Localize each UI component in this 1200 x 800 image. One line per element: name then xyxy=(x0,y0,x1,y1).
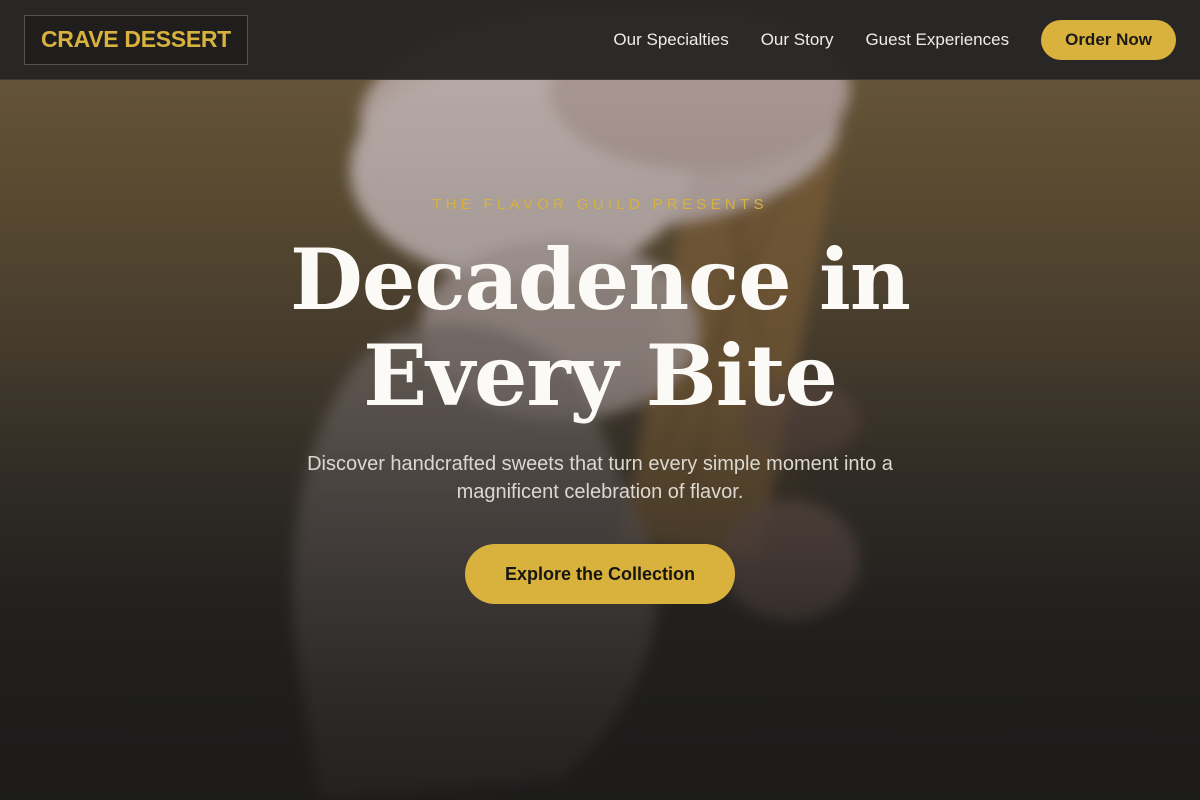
site-header: CRAVE DESSERT Our Specialties Our Story … xyxy=(0,0,1200,80)
hero-section: THE FLAVOR GUILD PRESENTS Decadence in E… xyxy=(0,0,1200,800)
brand-logo[interactable]: CRAVE DESSERT xyxy=(24,14,248,65)
nav-link-our-specialties[interactable]: Our Specialties xyxy=(613,30,728,50)
hero-headline-line-2: Every Bite xyxy=(363,326,838,425)
nav-link-our-story[interactable]: Our Story xyxy=(761,30,834,50)
hero-eyebrow: THE FLAVOR GUILD PRESENTS xyxy=(432,196,768,213)
explore-collection-button[interactable]: Explore the Collection xyxy=(465,544,735,604)
order-now-button[interactable]: Order Now xyxy=(1041,19,1176,60)
main-nav: Our Specialties Our Story Guest Experien… xyxy=(613,19,1176,60)
hero-headline-line-1: Decadence in xyxy=(290,230,911,329)
hero-headline: Decadence in Every Bite xyxy=(0,232,1200,424)
hero-subtext: Discover handcrafted sweets that turn ev… xyxy=(307,453,893,503)
nav-link-guest-experiences[interactable]: Guest Experiences xyxy=(865,30,1009,50)
